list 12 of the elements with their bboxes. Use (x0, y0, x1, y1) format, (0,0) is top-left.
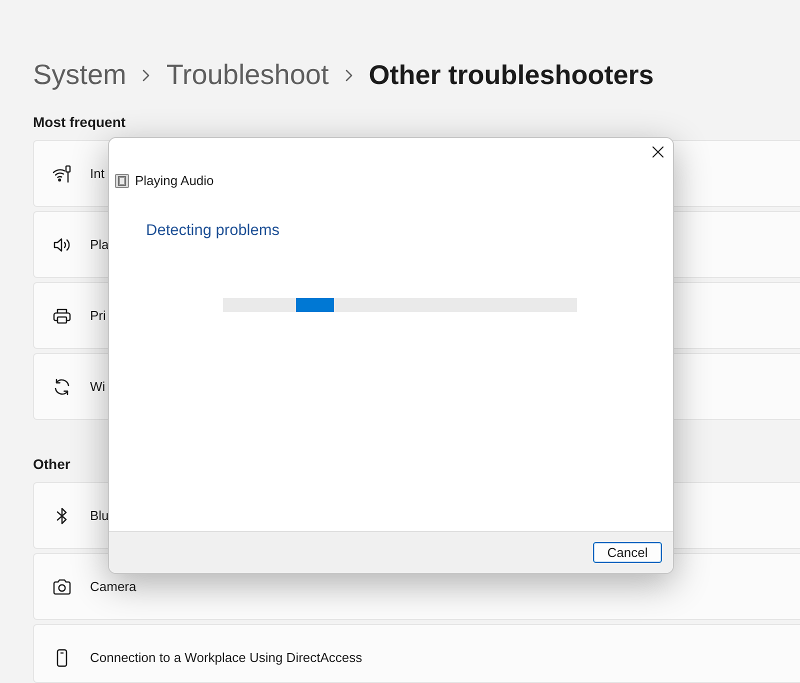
item-label: Pla (90, 236, 109, 254)
item-label: Wi (90, 378, 106, 396)
item-label: Blu (90, 507, 109, 525)
section-heading: Most frequent (33, 113, 126, 132)
status-text: Detecting problems (146, 221, 280, 241)
item-label: Int (90, 165, 104, 183)
dialog-title: Playing Audio (135, 172, 214, 190)
item-label: Pri (90, 307, 106, 325)
section-heading: Other (33, 455, 70, 474)
page-title: Other troubleshooters (368, 59, 654, 92)
item-label: Camera (90, 578, 136, 596)
item-label: Connection to a Workplace Using DirectAccess (90, 649, 362, 667)
